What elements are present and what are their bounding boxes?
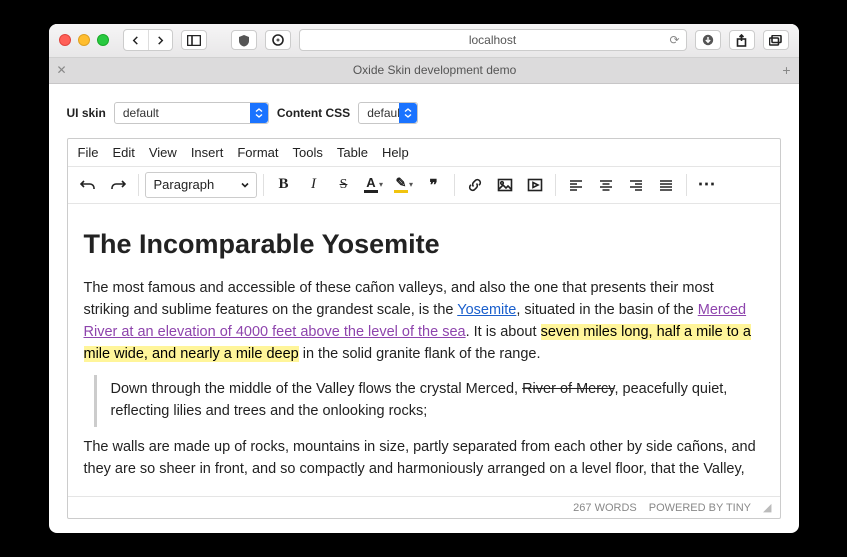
chevron-down-icon: ▾ — [379, 180, 383, 189]
text-color-button[interactable]: A ▾ — [360, 171, 388, 199]
minimize-window-button[interactable] — [78, 34, 90, 46]
italic-button[interactable]: I — [300, 171, 328, 199]
word-count[interactable]: 267 WORDS — [573, 502, 637, 514]
privacy-icon[interactable] — [231, 30, 257, 50]
chevron-down-icon — [240, 180, 250, 190]
bold-button[interactable]: B — [270, 171, 298, 199]
strikethrough-button[interactable]: S — [330, 171, 358, 199]
toolbar-separator — [138, 174, 139, 196]
contentcss-label: Content CSS — [277, 106, 350, 120]
menu-edit[interactable]: Edit — [112, 145, 134, 160]
maximize-window-button[interactable] — [97, 34, 109, 46]
toolbar: Paragraph B I S A ▾ ✎ ▾ ❞ — [68, 167, 780, 204]
tabs-button[interactable] — [763, 30, 789, 50]
link-yosemite[interactable]: Yosemite — [457, 302, 516, 318]
paragraph-2: The walls are made up of rocks, mountain… — [84, 437, 764, 481]
more-button[interactable]: ⋯ — [693, 171, 721, 199]
align-center-button[interactable] — [592, 171, 620, 199]
tab-close-button[interactable]: ✕ — [57, 63, 67, 77]
block-format-select[interactable]: Paragraph — [145, 172, 257, 198]
reader-icon[interactable] — [265, 30, 291, 50]
menu-insert[interactable]: Insert — [191, 145, 224, 160]
uiskin-select[interactable]: default — [114, 102, 269, 124]
page-body: UI skin default Content CSS default File… — [49, 84, 799, 534]
contentcss-select[interactable]: default — [358, 102, 418, 124]
document-title: The Incomparable Yosemite — [84, 224, 764, 265]
toolbar-separator — [555, 174, 556, 196]
contentcss-value: default — [367, 106, 403, 120]
uiskin-label: UI skin — [67, 106, 106, 120]
sidebar-toggle-button[interactable] — [181, 30, 207, 50]
select-arrow-icon — [399, 103, 417, 123]
url-text: localhost — [469, 33, 516, 47]
link-button[interactable] — [461, 171, 489, 199]
undo-button[interactable] — [74, 171, 102, 199]
align-right-button[interactable] — [622, 171, 650, 199]
highlight-color-button[interactable]: ✎ ▾ — [390, 171, 418, 199]
toolbar-separator — [263, 174, 264, 196]
blockquote: Down through the middle of the Valley fl… — [94, 375, 764, 427]
tab-bar: ✕ Oxide Skin development demo + — [49, 58, 799, 84]
back-button[interactable] — [124, 30, 148, 50]
menu-view[interactable]: View — [149, 145, 177, 160]
paragraph-1: The most famous and accessible of these … — [84, 278, 764, 365]
address-bar[interactable]: localhost ⟳ — [299, 29, 687, 51]
toolbar-separator — [686, 174, 687, 196]
menubar: File Edit View Insert Format Tools Table… — [68, 139, 780, 167]
block-format-value: Paragraph — [154, 177, 215, 192]
menu-file[interactable]: File — [78, 145, 99, 160]
branding[interactable]: POWERED BY TINY — [649, 502, 751, 514]
editor: File Edit View Insert Format Tools Table… — [67, 138, 781, 520]
window-controls — [59, 34, 109, 46]
close-window-button[interactable] — [59, 34, 71, 46]
struck-text: River of Mercy — [522, 381, 614, 397]
tab-title[interactable]: Oxide Skin development demo — [79, 63, 791, 77]
menu-format[interactable]: Format — [237, 145, 278, 160]
browser-window: localhost ⟳ ✕ Oxide Skin development dem… — [49, 24, 799, 534]
uiskin-value: default — [123, 106, 159, 120]
align-left-button[interactable] — [562, 171, 590, 199]
forward-button[interactable] — [148, 30, 172, 50]
menu-table[interactable]: Table — [337, 145, 368, 160]
downloads-button[interactable] — [695, 30, 721, 50]
nav-back-forward — [123, 29, 173, 51]
select-arrow-icon — [250, 103, 268, 123]
status-bar: 267 WORDS POWERED BY TINY ◢ — [68, 496, 780, 518]
media-button[interactable] — [521, 171, 549, 199]
share-button[interactable] — [729, 30, 755, 50]
resize-handle[interactable]: ◢ — [763, 501, 771, 514]
redo-button[interactable] — [104, 171, 132, 199]
new-tab-button[interactable]: + — [782, 62, 790, 78]
reload-button[interactable]: ⟳ — [669, 33, 679, 47]
blockquote-button[interactable]: ❞ — [420, 171, 448, 199]
titlebar: localhost ⟳ — [49, 24, 799, 58]
menu-tools[interactable]: Tools — [293, 145, 323, 160]
chevron-down-icon: ▾ — [409, 180, 413, 189]
menu-help[interactable]: Help — [382, 145, 409, 160]
demo-controls: UI skin default Content CSS default — [67, 102, 781, 124]
image-button[interactable] — [491, 171, 519, 199]
align-justify-button[interactable] — [652, 171, 680, 199]
toolbar-separator — [454, 174, 455, 196]
editor-content[interactable]: The Incomparable Yosemite The most famou… — [68, 204, 780, 497]
